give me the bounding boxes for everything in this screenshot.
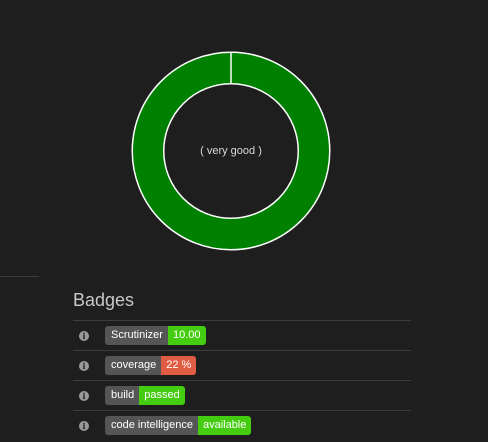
coverage-badge[interactable]: coverage 22 % xyxy=(105,356,197,375)
build-badge[interactable]: build passed xyxy=(105,386,185,405)
badge-list: i Scrutinizer 10.00 i coverage 22 % i bu… xyxy=(73,320,411,440)
page: ( very good ) Badges i Scrutinizer 10.00… xyxy=(0,0,488,442)
donut-ring-fill xyxy=(133,53,329,249)
info-icon[interactable]: i xyxy=(79,420,89,431)
badges-heading: Badges xyxy=(73,290,135,310)
badge-value: 22 % xyxy=(161,356,197,375)
scrutinizer-badge[interactable]: Scrutinizer 10.00 xyxy=(105,326,206,345)
badge-label: Scrutinizer xyxy=(105,326,168,345)
badge-label: code intelligence xyxy=(105,416,198,435)
info-icon[interactable]: i xyxy=(79,330,89,341)
badge-row-code-intelligence: i code intelligence available xyxy=(73,411,411,440)
badge-row-coverage: i coverage 22 % xyxy=(73,351,411,381)
info-icon[interactable]: i xyxy=(79,360,89,371)
badge-value: 10.00 xyxy=(167,326,206,345)
badge-label: build xyxy=(105,386,140,405)
badge-row-build: i build passed xyxy=(73,381,411,411)
info-icon[interactable]: i xyxy=(79,390,89,401)
badge-row-scrutinizer: i Scrutinizer 10.00 xyxy=(73,321,411,351)
code-intelligence-badge[interactable]: code intelligence available xyxy=(105,416,252,435)
divider xyxy=(0,276,39,277)
badge-value: passed xyxy=(139,386,185,405)
donut-svg xyxy=(131,51,331,251)
badge-value: available xyxy=(197,416,252,435)
quality-donut-chart: ( very good ) xyxy=(130,50,332,252)
badge-label: coverage xyxy=(105,356,162,375)
